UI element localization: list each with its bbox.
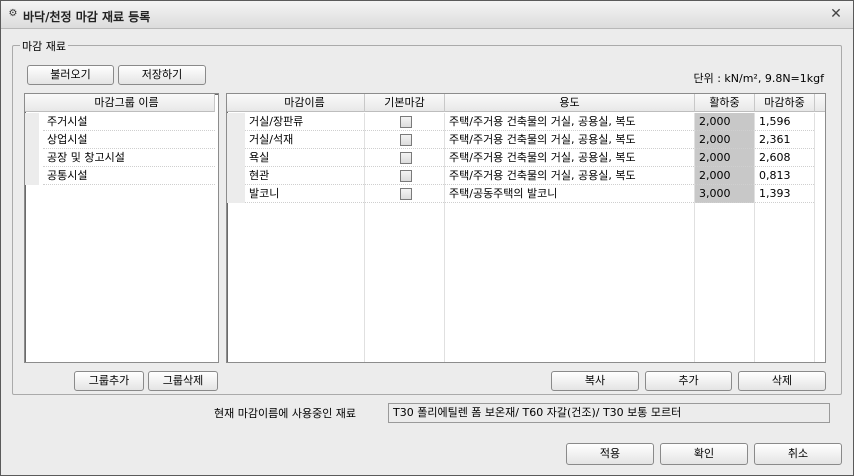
finish-name-cell[interactable]: 거실/장판류 xyxy=(245,113,364,131)
used-material-field: T30 폴리에틸렌 폼 보온재/ T60 자갈(건조)/ T30 보통 모르터 xyxy=(388,403,830,423)
live-load-cell[interactable]: 2,000 xyxy=(695,113,754,131)
finish-table[interactable]: 마감이름 기본마감 용도 활하중 마감하중 거실/장판류주택/주거용 건축물의 … xyxy=(226,93,826,363)
delete-group-button[interactable]: 그룹삭제 xyxy=(148,371,218,391)
groupbox-legend: 마감 재료 xyxy=(20,38,68,54)
group-name-header[interactable]: 마감그룹 이름 xyxy=(39,94,215,112)
table-row-header[interactable] xyxy=(227,149,245,167)
table-row-header[interactable] xyxy=(227,131,245,149)
finish-load-cell[interactable]: 2,608 xyxy=(755,149,814,167)
add-finish-button[interactable]: 추가 xyxy=(645,371,732,391)
finish-name-cell[interactable]: 욕실 xyxy=(245,149,364,167)
finish-load-cell[interactable]: 2,361 xyxy=(755,131,814,149)
live-load-cell[interactable]: 2,000 xyxy=(695,167,754,185)
usage-cell[interactable]: 주택/공동주택의 발코니 xyxy=(445,185,694,203)
finish-name-cell[interactable]: 발코니 xyxy=(245,185,364,203)
col-name-header[interactable]: 마감이름 xyxy=(245,94,365,112)
col-live-load-header[interactable]: 활하중 xyxy=(695,94,755,112)
finish-load-cell[interactable]: 0,813 xyxy=(755,167,814,185)
default-finish-checkbox[interactable] xyxy=(400,152,412,164)
group-list[interactable]: 마감그룹 이름 주거시설 상업시설 공장 및 창고시설 공통시설 xyxy=(24,93,219,363)
group-list-item[interactable]: 주거시설 xyxy=(43,113,215,131)
table-row-header[interactable] xyxy=(227,113,245,131)
apply-button[interactable]: 적용 xyxy=(566,443,654,465)
dialog-title: 바닥/천정 마감 재료 등록 xyxy=(23,10,151,24)
group-row-header[interactable] xyxy=(25,167,39,185)
usage-cell[interactable]: 주택/주거용 건축물의 거실, 공용실, 복도 xyxy=(445,131,694,149)
copy-button[interactable]: 복사 xyxy=(551,371,639,391)
delete-finish-button[interactable]: 삭제 xyxy=(738,371,826,391)
group-row-header[interactable] xyxy=(25,131,39,149)
default-finish-checkbox[interactable] xyxy=(400,116,412,128)
group-list-item[interactable]: 상업시설 xyxy=(43,131,215,149)
col-default-header[interactable]: 기본마감 xyxy=(365,94,445,112)
used-material-label: 현재 마감이름에 사용중인 재료 xyxy=(214,407,357,420)
table-row-header[interactable] xyxy=(227,185,245,203)
table-row-header[interactable] xyxy=(227,167,245,185)
col-usage-header[interactable]: 용도 xyxy=(445,94,695,112)
group-list-corner xyxy=(25,94,39,112)
usage-cell[interactable]: 주택/주거용 건축물의 거실, 공용실, 복도 xyxy=(445,167,694,185)
finish-name-cell[interactable]: 거실/석재 xyxy=(245,131,364,149)
title-bar[interactable]: ⚙ 바닥/천정 마감 재료 등록 ✕ xyxy=(1,1,853,29)
finish-name-cell[interactable]: 현관 xyxy=(245,167,364,185)
live-load-cell[interactable]: 3,000 xyxy=(695,185,754,203)
close-icon[interactable]: ✕ xyxy=(829,7,843,21)
header-filler xyxy=(815,94,825,112)
ok-button[interactable]: 확인 xyxy=(660,443,748,465)
live-load-cell[interactable]: 2,000 xyxy=(695,131,754,149)
col-finish-load-header[interactable]: 마감하중 xyxy=(755,94,815,112)
gear-icon[interactable]: ⚙ xyxy=(7,8,19,20)
add-group-button[interactable]: 그룹추가 xyxy=(74,371,144,391)
default-finish-checkbox[interactable] xyxy=(400,188,412,200)
group-list-item[interactable]: 공통시설 xyxy=(43,167,215,185)
group-list-item[interactable]: 공장 및 창고시설 xyxy=(43,149,215,167)
usage-cell[interactable]: 주택/주거용 건축물의 거실, 공용실, 복도 xyxy=(445,149,694,167)
col-divider xyxy=(814,113,815,362)
live-load-cell[interactable]: 2,000 xyxy=(695,149,754,167)
group-row-header[interactable] xyxy=(25,113,39,131)
table-corner xyxy=(227,94,245,112)
load-button[interactable]: 불러오기 xyxy=(27,65,114,85)
save-button[interactable]: 저장하기 xyxy=(118,65,206,85)
unit-text: 단위 : kN/m², 9.8N=1kgf xyxy=(693,72,824,85)
finish-load-cell[interactable]: 1,393 xyxy=(755,185,814,203)
default-finish-checkbox[interactable] xyxy=(400,170,412,182)
finish-load-cell[interactable]: 1,596 xyxy=(755,113,814,131)
usage-cell[interactable]: 주택/주거용 건축물의 거실, 공용실, 복도 xyxy=(445,113,694,131)
group-row-header[interactable] xyxy=(25,149,39,167)
default-finish-checkbox[interactable] xyxy=(400,134,412,146)
cancel-button[interactable]: 취소 xyxy=(754,443,842,465)
